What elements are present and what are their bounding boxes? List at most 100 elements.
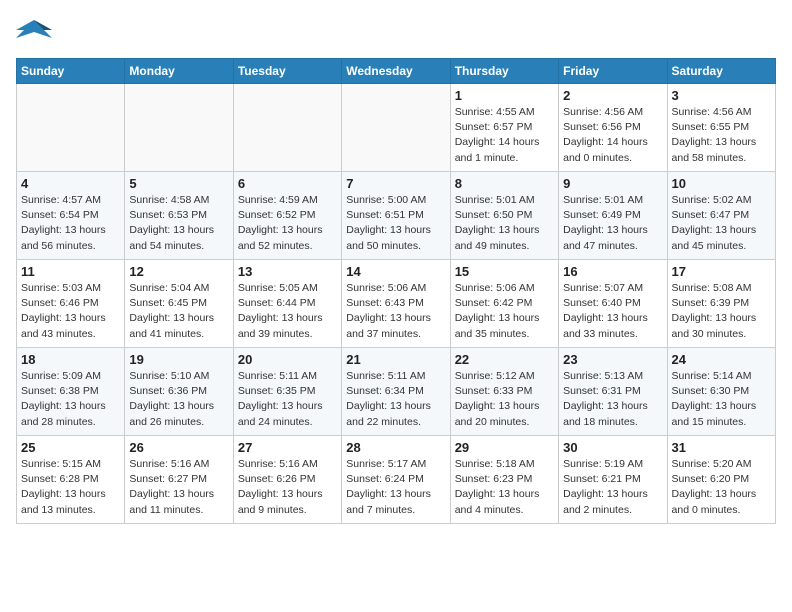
day-number: 28 — [346, 440, 445, 455]
day-info: Sunrise: 5:15 AM Sunset: 6:28 PM Dayligh… — [21, 457, 120, 518]
day-number: 5 — [129, 176, 228, 191]
day-number: 13 — [238, 264, 337, 279]
day-info: Sunrise: 5:06 AM Sunset: 6:42 PM Dayligh… — [455, 281, 554, 342]
calendar-cell: 3Sunrise: 4:56 AM Sunset: 6:55 PM Daylig… — [667, 84, 775, 172]
day-number: 6 — [238, 176, 337, 191]
day-info: Sunrise: 5:00 AM Sunset: 6:51 PM Dayligh… — [346, 193, 445, 254]
calendar-cell: 22 Sunrise: 5:12 AM Sunset: 6:33 PM Dayli… — [450, 348, 558, 436]
day-number: 15 — [455, 264, 554, 279]
day-number: 17 — [672, 264, 771, 279]
logo — [16, 16, 56, 48]
calendar-cell — [17, 84, 125, 172]
calendar-cell: 2 Sunrise: 4:56 AM Sunset: 6:56 PM Daylig… — [559, 84, 667, 172]
calendar-cell — [233, 84, 341, 172]
calendar-cell — [125, 84, 233, 172]
calendar-cell: 4 Sunrise: 4:57 AM Sunset: 6:54 PM Daylig… — [17, 172, 125, 260]
calendar-week-row: 11 Sunrise: 5:03 AM Sunset: 6:46 PM Dayli… — [17, 260, 776, 348]
day-info: Sunrise: 5:07 AM Sunset: 6:40 PM Dayligh… — [563, 281, 662, 342]
day-number: 16 — [563, 264, 662, 279]
day-info: Sunrise: 5:16 AM Sunset: 6:26 PM Dayligh… — [238, 457, 337, 518]
day-info: Sunrise: 5:17 AM Sunset: 6:24 PM Dayligh… — [346, 457, 445, 518]
logo-icon — [16, 16, 52, 48]
calendar-cell: 15 Sunrise: 5:06 AM Sunset: 6:42 PM Dayli… — [450, 260, 558, 348]
calendar-cell: 29Sunrise: 5:18 AM Sunset: 6:23 PM Dayli… — [450, 436, 558, 524]
day-number: 27 — [238, 440, 337, 455]
day-number: 2 — [563, 88, 662, 103]
day-number: 1 — [455, 88, 554, 103]
weekday-header-cell: Sunday — [17, 59, 125, 84]
weekday-header-cell: Wednesday — [342, 59, 450, 84]
day-info: Sunrise: 4:55 AM Sunset: 6:57 PM Dayligh… — [455, 105, 554, 166]
calendar-cell: 11 Sunrise: 5:03 AM Sunset: 6:46 PM Dayli… — [17, 260, 125, 348]
day-info: Sunrise: 5:13 AM Sunset: 6:31 PM Dayligh… — [563, 369, 662, 430]
day-info: Sunrise: 5:01 AM Sunset: 6:50 PM Dayligh… — [455, 193, 554, 254]
day-info: Sunrise: 5:10 AM Sunset: 6:36 PM Dayligh… — [129, 369, 228, 430]
day-info: Sunrise: 5:11 AM Sunset: 6:34 PM Dayligh… — [346, 369, 445, 430]
calendar-week-row: 4 Sunrise: 4:57 AM Sunset: 6:54 PM Daylig… — [17, 172, 776, 260]
day-number: 4 — [21, 176, 120, 191]
day-number: 26 — [129, 440, 228, 455]
day-info: Sunrise: 5:11 AM Sunset: 6:35 PM Dayligh… — [238, 369, 337, 430]
calendar-week-row: 18Sunrise: 5:09 AM Sunset: 6:38 PM Dayli… — [17, 348, 776, 436]
weekday-header-cell: Monday — [125, 59, 233, 84]
weekday-header-cell: Friday — [559, 59, 667, 84]
calendar-cell: 30 Sunrise: 5:19 AM Sunset: 6:21 PM Dayli… — [559, 436, 667, 524]
day-info: Sunrise: 5:01 AM Sunset: 6:49 PM Dayligh… — [563, 193, 662, 254]
day-number: 23 — [563, 352, 662, 367]
calendar-cell: 23 Sunrise: 5:13 AM Sunset: 6:31 PM Dayli… — [559, 348, 667, 436]
day-info: Sunrise: 5:04 AM Sunset: 6:45 PM Dayligh… — [129, 281, 228, 342]
calendar-cell: 5 Sunrise: 4:58 AM Sunset: 6:53 PM Daylig… — [125, 172, 233, 260]
calendar-cell: 7 Sunrise: 5:00 AM Sunset: 6:51 PM Daylig… — [342, 172, 450, 260]
day-number: 20 — [238, 352, 337, 367]
day-info: Sunrise: 5:14 AM Sunset: 6:30 PM Dayligh… — [672, 369, 771, 430]
calendar-cell: 9Sunrise: 5:01 AM Sunset: 6:49 PM Daylig… — [559, 172, 667, 260]
day-info: Sunrise: 5:18 AM Sunset: 6:23 PM Dayligh… — [455, 457, 554, 518]
day-info: Sunrise: 5:03 AM Sunset: 6:46 PM Dayligh… — [21, 281, 120, 342]
day-info: Sunrise: 5:05 AM Sunset: 6:44 PM Dayligh… — [238, 281, 337, 342]
day-number: 24 — [672, 352, 771, 367]
calendar-cell — [342, 84, 450, 172]
day-info: Sunrise: 4:57 AM Sunset: 6:54 PM Dayligh… — [21, 193, 120, 254]
day-number: 25 — [21, 440, 120, 455]
weekday-header-cell: Tuesday — [233, 59, 341, 84]
day-number: 22 — [455, 352, 554, 367]
day-number: 14 — [346, 264, 445, 279]
calendar-cell: 6Sunrise: 4:59 AM Sunset: 6:52 PM Daylig… — [233, 172, 341, 260]
calendar-cell: 27 Sunrise: 5:16 AM Sunset: 6:26 PM Dayli… — [233, 436, 341, 524]
calendar-cell: 1 Sunrise: 4:55 AM Sunset: 6:57 PM Daylig… — [450, 84, 558, 172]
calendar-header-row: SundayMondayTuesdayWednesdayThursdayFrid… — [17, 59, 776, 84]
weekday-header-cell: Saturday — [667, 59, 775, 84]
calendar-cell: 17 Sunrise: 5:08 AM Sunset: 6:39 PM Dayli… — [667, 260, 775, 348]
day-info: Sunrise: 5:20 AM Sunset: 6:20 PM Dayligh… — [672, 457, 771, 518]
calendar-cell: 18Sunrise: 5:09 AM Sunset: 6:38 PM Dayli… — [17, 348, 125, 436]
calendar-cell: 13 Sunrise: 5:05 AM Sunset: 6:44 PM Dayli… — [233, 260, 341, 348]
day-number: 7 — [346, 176, 445, 191]
day-info: Sunrise: 5:12 AM Sunset: 6:33 PM Dayligh… — [455, 369, 554, 430]
day-number: 11 — [21, 264, 120, 279]
day-info: Sunrise: 5:16 AM Sunset: 6:27 PM Dayligh… — [129, 457, 228, 518]
day-number: 12 — [129, 264, 228, 279]
weekday-header-cell: Thursday — [450, 59, 558, 84]
day-info: Sunrise: 4:56 AM Sunset: 6:56 PM Dayligh… — [563, 105, 662, 166]
calendar-week-row: 25 Sunrise: 5:15 AM Sunset: 6:28 PM Dayli… — [17, 436, 776, 524]
calendar-cell: 10Sunrise: 5:02 AM Sunset: 6:47 PM Dayli… — [667, 172, 775, 260]
calendar-table: SundayMondayTuesdayWednesdayThursdayFrid… — [16, 58, 776, 524]
day-number: 21 — [346, 352, 445, 367]
calendar-cell: 14Sunrise: 5:06 AM Sunset: 6:43 PM Dayli… — [342, 260, 450, 348]
calendar-cell: 25 Sunrise: 5:15 AM Sunset: 6:28 PM Dayli… — [17, 436, 125, 524]
day-number: 30 — [563, 440, 662, 455]
day-number: 18 — [21, 352, 120, 367]
calendar-cell: 26 Sunrise: 5:16 AM Sunset: 6:27 PM Dayli… — [125, 436, 233, 524]
day-number: 10 — [672, 176, 771, 191]
day-info: Sunrise: 5:19 AM Sunset: 6:21 PM Dayligh… — [563, 457, 662, 518]
day-number: 8 — [455, 176, 554, 191]
day-number: 31 — [672, 440, 771, 455]
calendar-cell: 8 Sunrise: 5:01 AM Sunset: 6:50 PM Daylig… — [450, 172, 558, 260]
day-number: 3 — [672, 88, 771, 103]
calendar-cell: 28 Sunrise: 5:17 AM Sunset: 6:24 PM Dayli… — [342, 436, 450, 524]
calendar-cell: 24 Sunrise: 5:14 AM Sunset: 6:30 PM Dayli… — [667, 348, 775, 436]
day-info: Sunrise: 5:08 AM Sunset: 6:39 PM Dayligh… — [672, 281, 771, 342]
calendar-cell: 21 Sunrise: 5:11 AM Sunset: 6:34 PM Dayli… — [342, 348, 450, 436]
calendar-cell: 31 Sunrise: 5:20 AM Sunset: 6:20 PM Dayli… — [667, 436, 775, 524]
day-info: Sunrise: 4:58 AM Sunset: 6:53 PM Dayligh… — [129, 193, 228, 254]
